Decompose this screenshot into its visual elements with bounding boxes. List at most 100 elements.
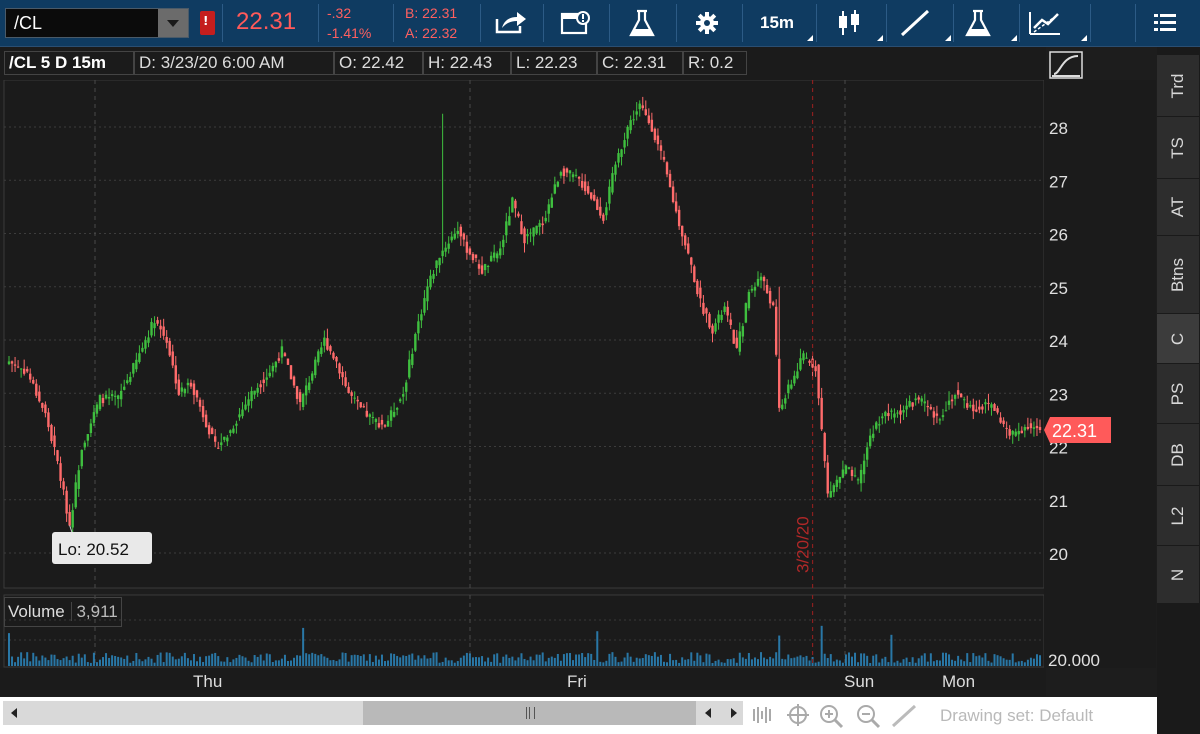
candle-body bbox=[186, 382, 190, 386]
timeframe-selector[interactable]: 15m bbox=[760, 13, 794, 33]
volume-bar bbox=[505, 654, 508, 666]
candle-body bbox=[583, 181, 587, 192]
volume-bar bbox=[626, 652, 629, 666]
candle-body bbox=[171, 351, 174, 366]
volume-bar bbox=[38, 660, 41, 666]
volume-bar bbox=[502, 656, 505, 666]
volume-bar bbox=[150, 658, 153, 666]
volume-bar bbox=[920, 655, 923, 666]
message-icon[interactable] bbox=[556, 8, 596, 38]
candle-body bbox=[244, 404, 247, 410]
symbol-selector[interactable]: /CL bbox=[5, 8, 189, 38]
volume-bar bbox=[453, 662, 456, 666]
scroll-track[interactable] bbox=[3, 701, 743, 725]
side-tab-db[interactable]: DB bbox=[1157, 424, 1199, 486]
draw-line-icon[interactable] bbox=[890, 703, 918, 729]
volume-bar bbox=[653, 652, 656, 666]
candle-body bbox=[538, 223, 541, 227]
volume-bar bbox=[399, 657, 402, 666]
ask-price: A: 22.32 bbox=[405, 25, 458, 41]
volume-bar bbox=[1014, 662, 1017, 666]
candle-body bbox=[653, 128, 657, 141]
scroll-forward-icon[interactable] bbox=[731, 708, 737, 718]
candle-body bbox=[1017, 430, 1020, 435]
volume-bar bbox=[32, 652, 35, 666]
candle-body bbox=[22, 368, 26, 374]
candle-body bbox=[929, 406, 933, 410]
side-tab-n[interactable]: N bbox=[1157, 546, 1199, 604]
menu-icon[interactable] bbox=[1148, 8, 1188, 38]
candle-body bbox=[201, 406, 205, 418]
candle-body bbox=[702, 302, 705, 314]
volume-bar bbox=[741, 657, 744, 666]
candle-body bbox=[441, 250, 444, 257]
volume-bar bbox=[826, 658, 829, 666]
time-axis: Thu Fri Sun Mon bbox=[0, 668, 1046, 696]
volume-bar bbox=[83, 654, 86, 666]
share-icon[interactable] bbox=[492, 8, 532, 38]
candle-body bbox=[717, 314, 720, 323]
chart-style-toggle-icon[interactable] bbox=[1048, 50, 1086, 80]
toolbar-divider bbox=[393, 4, 394, 42]
candlestick-icon[interactable] bbox=[830, 8, 870, 38]
candle-body bbox=[790, 384, 793, 389]
volume-bar bbox=[314, 653, 317, 666]
chart-title[interactable]: /CL 5 D 15m bbox=[4, 51, 134, 75]
volume-bar bbox=[1017, 661, 1020, 666]
volume-bar bbox=[490, 661, 493, 666]
volume-bar bbox=[14, 662, 17, 666]
scroll-left-icon[interactable] bbox=[11, 708, 17, 718]
expand-time-icon[interactable] bbox=[750, 703, 776, 727]
drawing-line-icon[interactable] bbox=[896, 8, 936, 38]
flask-icon[interactable] bbox=[622, 8, 662, 38]
volume-bar bbox=[756, 659, 759, 666]
chevron-down-icon[interactable] bbox=[158, 9, 188, 37]
side-tab-ts[interactable]: TS bbox=[1157, 117, 1199, 179]
candle-body bbox=[462, 233, 466, 240]
candle-body bbox=[107, 397, 111, 399]
volume-bar bbox=[335, 661, 338, 666]
volume-bar bbox=[438, 662, 441, 666]
price-chart[interactable]: 28272625242322212020.000 3/20/20Lo: 20.5… bbox=[0, 80, 1157, 668]
volume-bar bbox=[478, 657, 481, 666]
x-tick-label: Mon bbox=[942, 672, 976, 691]
volume-bar bbox=[256, 656, 259, 666]
zoom-out-icon[interactable] bbox=[855, 703, 881, 729]
candle-body bbox=[250, 391, 253, 402]
candle-body bbox=[220, 442, 223, 446]
volume-bar bbox=[62, 658, 65, 666]
volume-bar bbox=[444, 657, 447, 666]
candle-body bbox=[505, 221, 508, 236]
gear-icon[interactable] bbox=[688, 8, 728, 38]
volume-bar bbox=[596, 631, 599, 666]
candle-body bbox=[647, 115, 651, 124]
volume-bar bbox=[74, 662, 77, 666]
volume-bar bbox=[778, 635, 781, 666]
scroll-thumb[interactable] bbox=[363, 701, 696, 725]
pattern-icon[interactable] bbox=[1026, 8, 1066, 38]
study-flask-icon[interactable] bbox=[958, 8, 998, 38]
drawing-set-selector[interactable]: Drawing set: Default bbox=[940, 706, 1093, 726]
volume-bar bbox=[29, 661, 32, 666]
candle-body bbox=[723, 306, 726, 313]
side-tab-trd[interactable]: Trd bbox=[1157, 55, 1199, 117]
candle-body bbox=[923, 401, 926, 404]
alert-badge[interactable]: ! bbox=[200, 11, 215, 35]
candle-body bbox=[832, 485, 835, 493]
side-tab-at[interactable]: AT bbox=[1157, 179, 1199, 236]
zoom-in-icon[interactable] bbox=[818, 703, 844, 729]
scroll-back-icon[interactable] bbox=[705, 708, 711, 718]
side-tab-c[interactable]: C bbox=[1157, 314, 1199, 364]
side-tab-btns[interactable]: Btns bbox=[1157, 236, 1199, 314]
side-tab-l2[interactable]: L2 bbox=[1157, 486, 1199, 546]
candle-body bbox=[92, 412, 96, 423]
candle-body bbox=[329, 346, 332, 352]
volume-bar bbox=[917, 658, 920, 666]
crosshair-icon[interactable] bbox=[786, 703, 810, 727]
candle-body bbox=[180, 387, 184, 392]
candle-body bbox=[838, 476, 842, 483]
volume-bar bbox=[860, 653, 863, 666]
volume-bar bbox=[192, 654, 195, 666]
volume-bar bbox=[957, 655, 960, 666]
side-tab-ps[interactable]: PS bbox=[1157, 364, 1199, 424]
